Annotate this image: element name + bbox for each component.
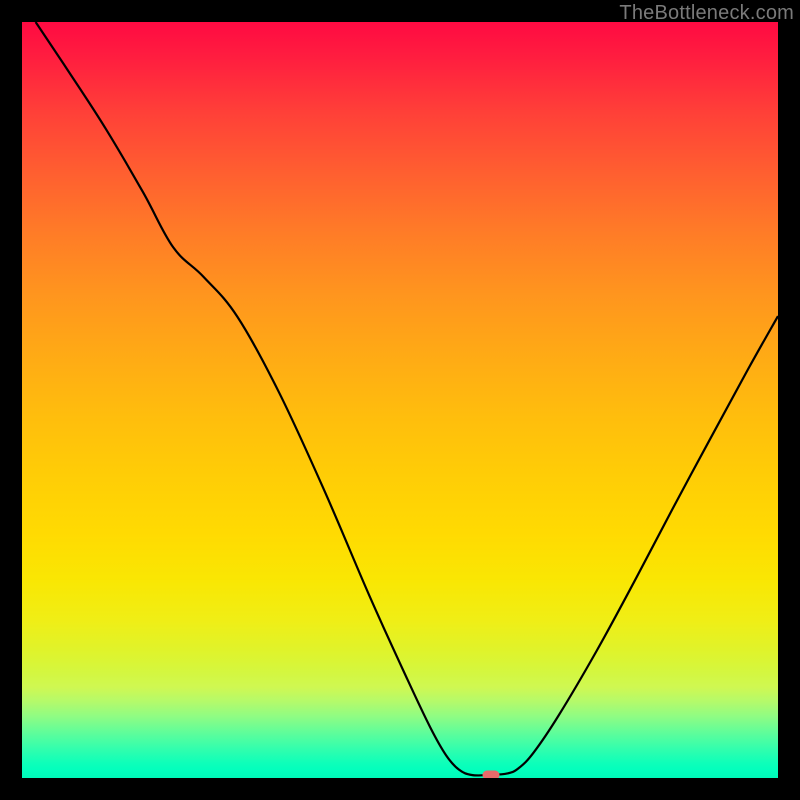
chart-gradient-background: [22, 22, 778, 778]
chart-marker: [483, 770, 500, 778]
chart-plot-area: [22, 22, 778, 778]
